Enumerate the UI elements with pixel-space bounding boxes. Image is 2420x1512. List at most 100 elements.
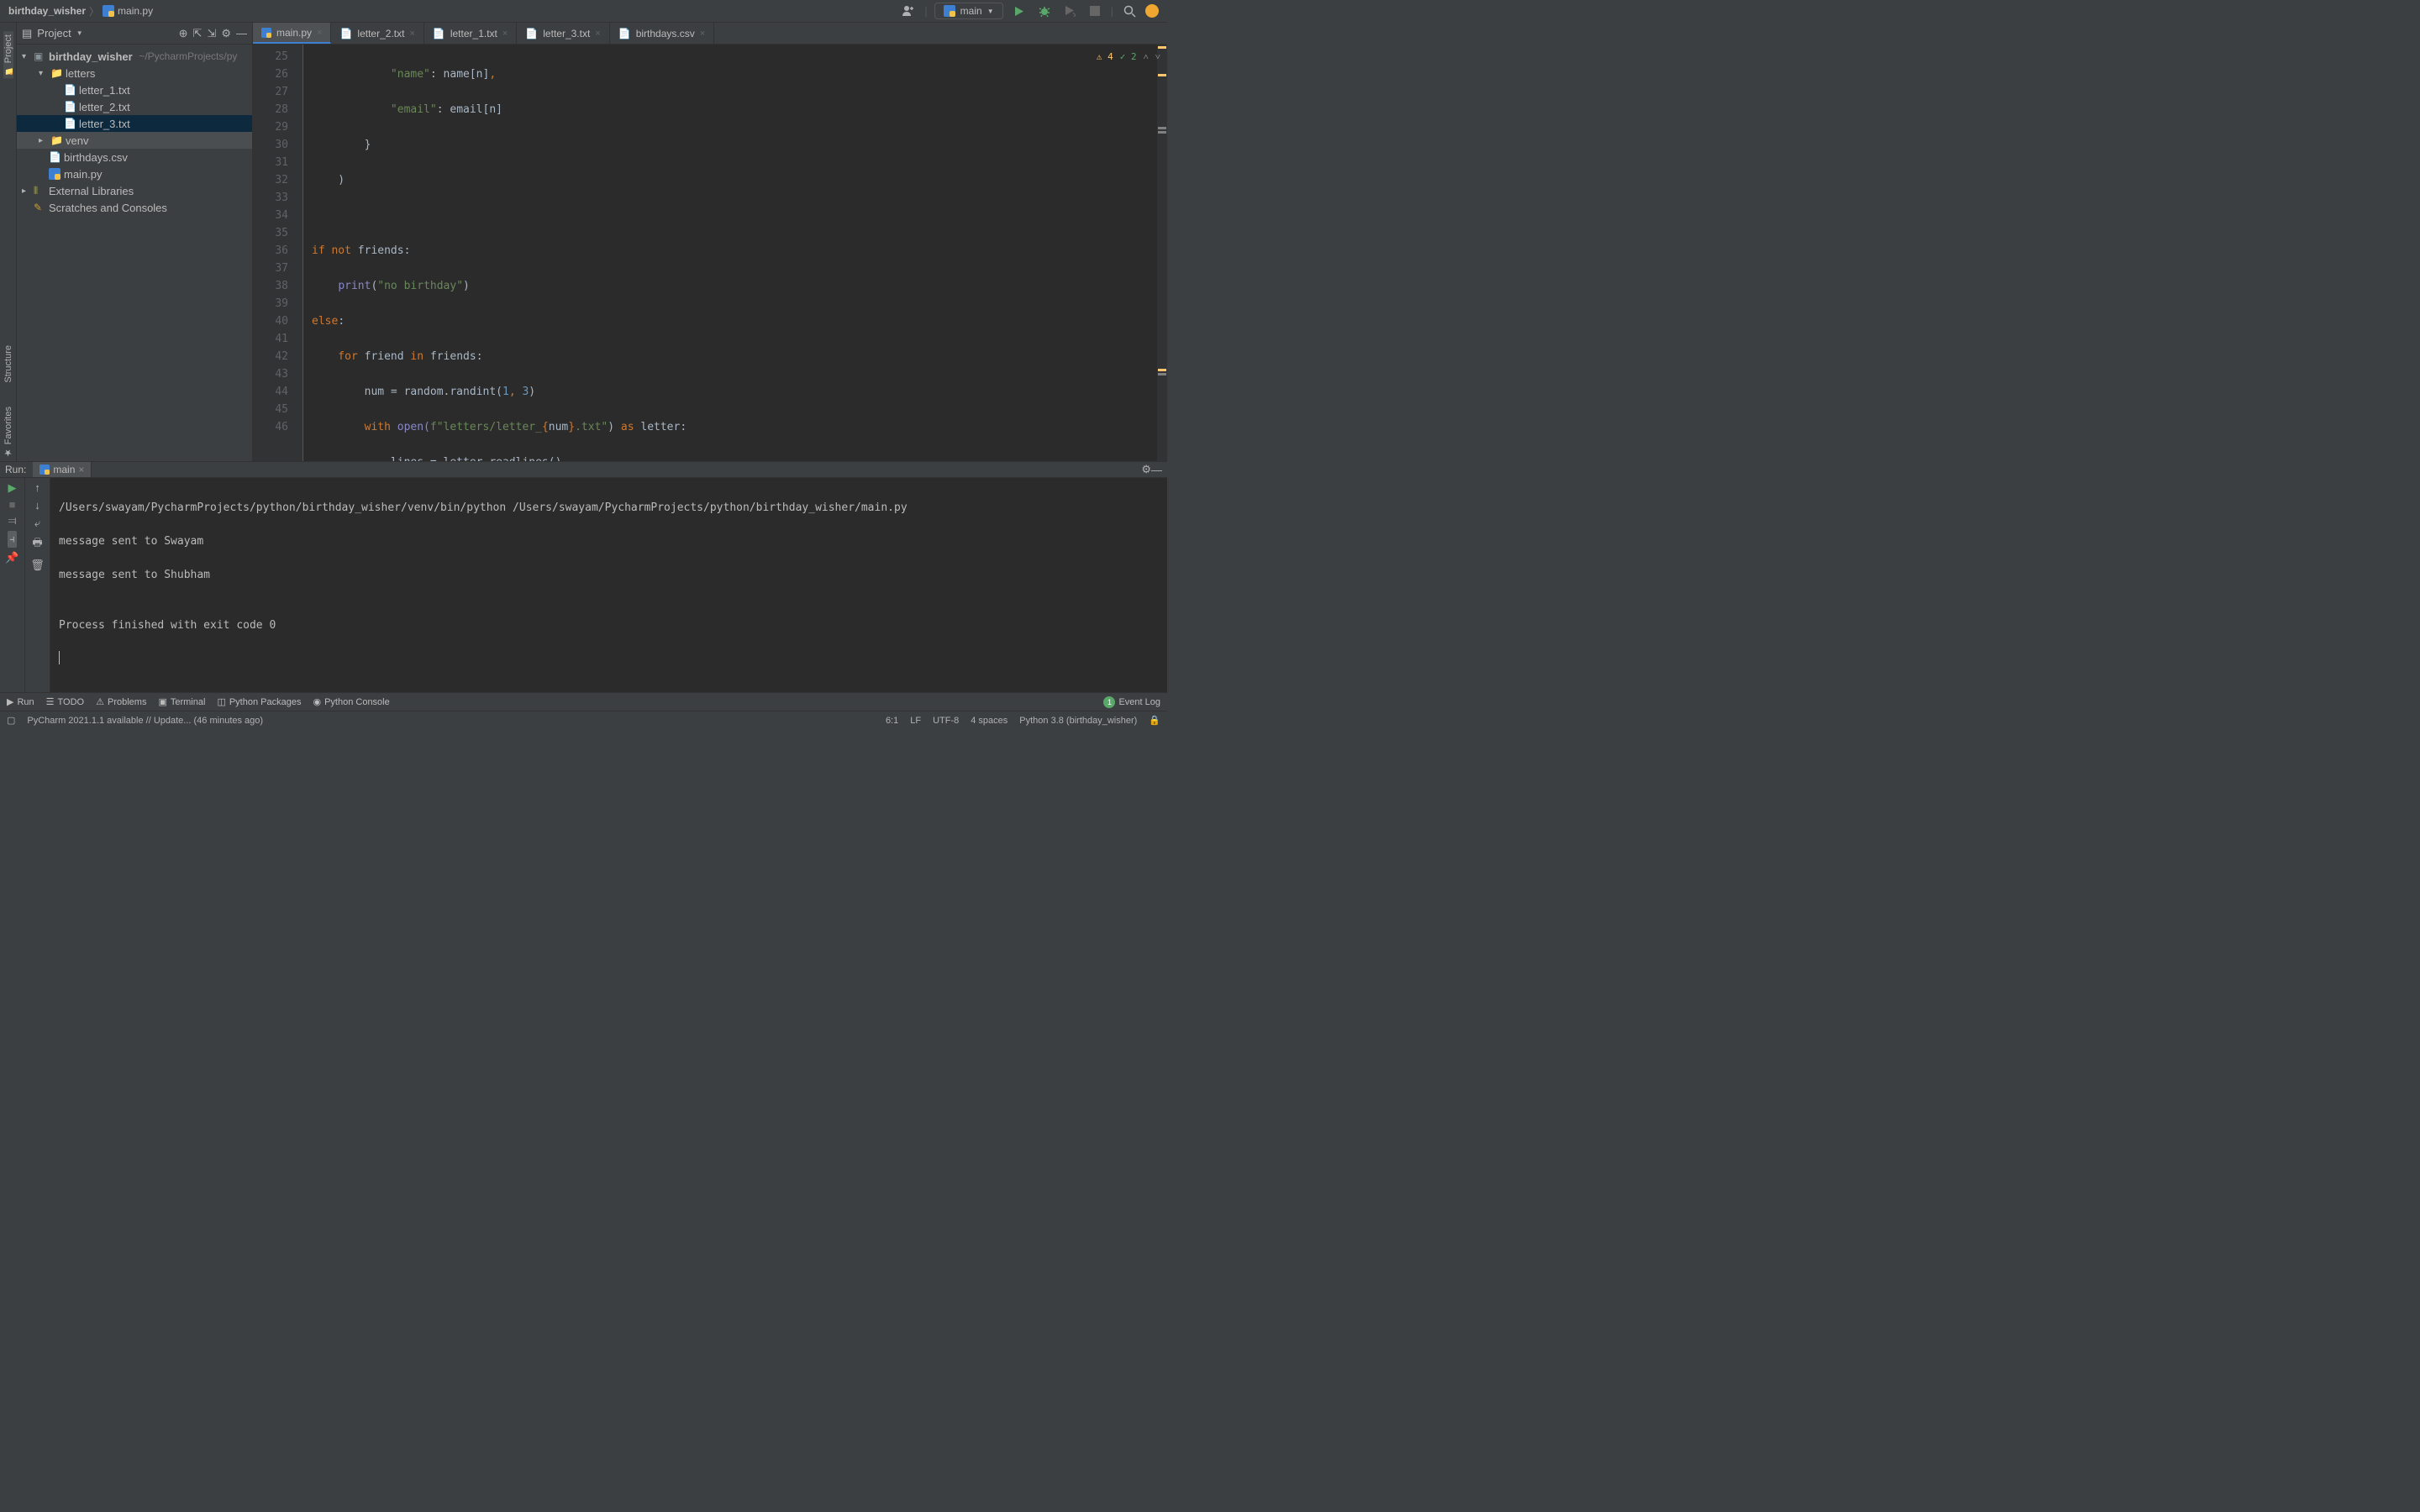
gear-icon[interactable]: ⚙ bbox=[221, 27, 231, 40]
wrap-icon[interactable]: ⤶ bbox=[34, 517, 40, 530]
tab-letter3[interactable]: 📄 letter_3.txt × bbox=[517, 23, 609, 44]
tree-scratches[interactable]: ✎ Scratches and Consoles bbox=[17, 199, 252, 216]
close-icon[interactable]: × bbox=[700, 29, 705, 39]
breadcrumb-file[interactable]: main.py bbox=[118, 5, 153, 17]
collapse-all-icon[interactable]: ⇲ bbox=[207, 27, 216, 40]
tool-window-icon[interactable]: ▢ bbox=[7, 715, 15, 726]
indent-setting[interactable]: 4 spaces bbox=[971, 716, 1007, 726]
line-number-gutter[interactable]: 25262728 29303132 33343536 37383940 4142… bbox=[253, 45, 295, 461]
interpreter[interactable]: Python 3.8 (birthday_wisher) bbox=[1019, 716, 1137, 726]
tree-file-letter2[interactable]: 📄 letter_2.txt bbox=[17, 98, 252, 115]
run-configuration-selector[interactable]: main ▼ bbox=[934, 3, 1003, 19]
chevron-right-icon[interactable]: ▸ bbox=[22, 186, 32, 196]
tree-external-libs[interactable]: ▸ ⫴ External Libraries bbox=[17, 182, 252, 199]
close-icon[interactable]: × bbox=[409, 29, 414, 39]
tab-main-py[interactable]: main.py × bbox=[253, 23, 331, 44]
close-icon[interactable]: × bbox=[595, 29, 600, 39]
tree-file-letter1[interactable]: 📄 letter_1.txt bbox=[17, 81, 252, 98]
weak-warning-indicator[interactable]: ✓ 2 bbox=[1120, 48, 1137, 66]
fold-gutter[interactable] bbox=[295, 45, 303, 461]
search-everywhere-button[interactable] bbox=[1120, 2, 1139, 20]
terminal-tool-button[interactable]: ▣Terminal bbox=[158, 696, 205, 707]
folder-icon: 📁 bbox=[50, 67, 64, 79]
tree-root[interactable]: ▾ ▣ birthday_wisher ~/PycharmProjects/py bbox=[17, 48, 252, 65]
cursor-position[interactable]: 6:1 bbox=[886, 716, 898, 726]
pin-icon[interactable]: 📌 bbox=[5, 551, 18, 564]
folder-icon: 📁 bbox=[50, 134, 64, 146]
library-icon: ⫴ bbox=[34, 185, 47, 197]
tree-file-birthdays[interactable]: 📄 birthdays.csv bbox=[17, 149, 252, 165]
chevron-down-icon[interactable]: ▼ bbox=[76, 29, 83, 37]
chevron-up-icon[interactable]: ˄ bbox=[1144, 48, 1149, 66]
text-file-icon: 📄 bbox=[525, 28, 538, 39]
tree-folder-letters[interactable]: ▾ 📁 letters bbox=[17, 65, 252, 81]
stop-button[interactable] bbox=[1086, 2, 1104, 20]
chevron-right-icon[interactable]: ▸ bbox=[39, 136, 49, 145]
close-icon[interactable]: × bbox=[317, 28, 322, 38]
favorites-tool-tab[interactable]: ★ Favorites bbox=[3, 403, 13, 461]
structure-tool-tab[interactable]: Structure bbox=[3, 342, 13, 386]
terminal-icon: ▣ bbox=[158, 696, 166, 707]
tree-folder-venv[interactable]: ▸ 📁 venv bbox=[17, 132, 252, 149]
chevron-down-icon[interactable]: ▾ bbox=[39, 69, 49, 78]
add-user-icon[interactable] bbox=[899, 2, 918, 20]
run-tab-main[interactable]: main × bbox=[33, 462, 92, 477]
update-notice[interactable]: PyCharm 2021.1.1 available // Update... … bbox=[27, 716, 263, 726]
event-badge: 1 bbox=[1103, 696, 1115, 708]
chevron-down-icon: ▼ bbox=[987, 8, 994, 15]
down-icon[interactable]: ↓ bbox=[34, 499, 40, 512]
tab-letter2[interactable]: 📄 letter_2.txt × bbox=[331, 23, 424, 44]
project-tool-tab[interactable]: 📁 Project bbox=[3, 31, 13, 78]
locate-icon[interactable]: ⊕ bbox=[179, 27, 188, 40]
warning-indicator[interactable]: ⚠ 4 bbox=[1097, 48, 1113, 66]
breadcrumb-project[interactable]: birthday_wisher bbox=[8, 5, 86, 17]
run-button[interactable] bbox=[1010, 2, 1028, 20]
event-log-button[interactable]: 1Event Log bbox=[1103, 696, 1160, 708]
layout-icon[interactable]: ⫤ bbox=[8, 514, 17, 528]
run-tool-button[interactable]: ▶Run bbox=[7, 696, 34, 707]
hide-icon[interactable]: — bbox=[1151, 464, 1162, 476]
soft-wrap-icon[interactable]: ⫞ bbox=[8, 531, 17, 548]
hide-icon[interactable]: — bbox=[236, 27, 247, 39]
chevron-down-icon[interactable]: ▾ bbox=[22, 52, 32, 61]
text-file-icon: 📄 bbox=[49, 151, 62, 163]
tree-file-mainpy[interactable]: main.py bbox=[17, 165, 252, 182]
python-packages-tool-button[interactable]: ◫Python Packages bbox=[217, 696, 301, 707]
stop-button[interactable]: ■ bbox=[9, 498, 16, 511]
trash-icon[interactable]: 🗑 bbox=[30, 559, 45, 572]
tab-birthdays[interactable]: 📄 birthdays.csv × bbox=[610, 23, 714, 44]
print-icon[interactable]: 🖶 bbox=[32, 535, 42, 554]
console-output[interactable]: /Users/swayam/PycharmProjects/python/bir… bbox=[50, 478, 1167, 692]
python-console-tool-button[interactable]: ◉Python Console bbox=[313, 696, 389, 707]
todo-tool-button[interactable]: ☰TODO bbox=[46, 696, 84, 707]
project-panel-title[interactable]: Project bbox=[37, 27, 71, 39]
up-icon[interactable]: ↑ bbox=[34, 481, 40, 494]
run-coverage-button[interactable] bbox=[1060, 2, 1079, 20]
lock-icon[interactable]: 🔒 bbox=[1149, 715, 1160, 726]
expand-all-icon[interactable]: ⇱ bbox=[193, 27, 203, 40]
folder-icon: ▣ bbox=[34, 50, 47, 62]
file-encoding[interactable]: UTF-8 bbox=[933, 716, 959, 726]
python-icon: ◉ bbox=[313, 696, 321, 707]
line-separator[interactable]: LF bbox=[910, 716, 921, 726]
error-stripe[interactable] bbox=[1157, 45, 1167, 461]
text-file-icon: 📄 bbox=[339, 28, 352, 39]
tab-letter1[interactable]: 📄 letter_1.txt × bbox=[424, 23, 517, 44]
rerun-button[interactable]: ▶ bbox=[8, 481, 17, 495]
python-file-icon bbox=[49, 168, 62, 180]
problems-tool-button[interactable]: ⚠Problems bbox=[96, 696, 146, 707]
debug-button[interactable] bbox=[1035, 2, 1054, 20]
list-icon: ☰ bbox=[46, 696, 55, 707]
user-avatar[interactable] bbox=[1145, 4, 1159, 18]
close-icon[interactable]: × bbox=[78, 464, 84, 475]
python-file-icon bbox=[103, 5, 114, 17]
code-editor[interactable]: "name": name[n], "email": email[n] } ) i… bbox=[303, 45, 1157, 461]
gear-icon[interactable]: ⚙ bbox=[1141, 463, 1151, 476]
tree-file-letter3[interactable]: 📄 letter_3.txt bbox=[17, 115, 252, 132]
project-view-icon: ▤ bbox=[22, 27, 32, 40]
play-icon: ▶ bbox=[7, 696, 13, 707]
chevron-down-icon[interactable]: ˅ bbox=[1155, 48, 1160, 66]
text-file-icon: 📄 bbox=[433, 28, 445, 39]
warning-icon: ⚠ bbox=[96, 696, 104, 707]
close-icon[interactable]: × bbox=[502, 29, 508, 39]
